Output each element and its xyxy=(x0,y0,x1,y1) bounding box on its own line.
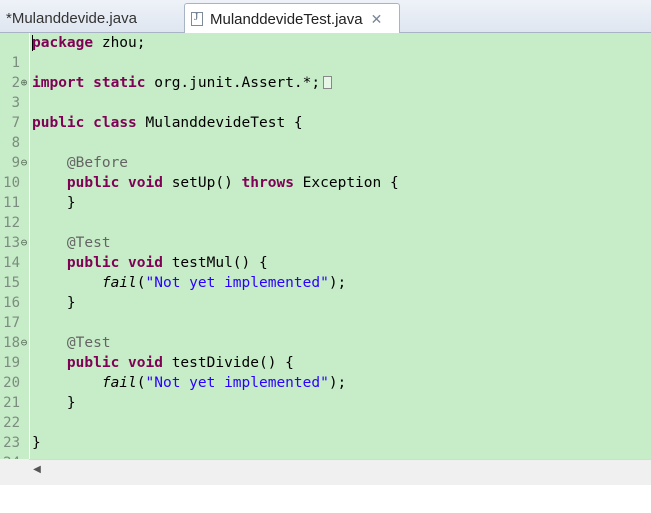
editor-tab-bar: *Mulanddevide.java MulanddevideTest.java… xyxy=(0,0,651,34)
collapse-fold-icon[interactable]: ⊖ xyxy=(19,333,29,353)
code-line: 13 xyxy=(0,213,651,251)
code-line: 9 xyxy=(0,133,651,171)
code-line: 20 public void testDivide() { xyxy=(0,353,651,391)
code-line: 22 } xyxy=(0,393,651,431)
code-line: 14 ⊖ @Test xyxy=(0,233,651,271)
code-text: zhou; xyxy=(93,35,146,51)
collapse-fold-icon[interactable]: ⊖ xyxy=(19,153,29,173)
code-text: ( xyxy=(136,375,146,391)
code-line: 17 } xyxy=(0,293,651,331)
keyword: public xyxy=(66,355,120,371)
tab-label: *Mulanddevide.java xyxy=(6,10,137,27)
code-text: setUp() xyxy=(162,175,242,191)
code-line: 21 fail("Not yet implemented"); xyxy=(0,373,651,411)
code-text: testMul() { xyxy=(162,255,268,271)
code-line: 23 xyxy=(0,413,651,451)
code-line: 12 } xyxy=(0,193,651,231)
keyword: void xyxy=(128,355,163,371)
keyword: class xyxy=(93,115,137,131)
java-file-icon xyxy=(191,11,203,26)
code-text: ); xyxy=(328,275,347,291)
code-line: 7 xyxy=(0,93,651,131)
annotation: @Before xyxy=(66,155,129,171)
horizontal-scrollbar[interactable]: ◀ xyxy=(29,459,651,479)
code-text: } xyxy=(66,295,76,311)
code-text: } xyxy=(66,195,76,211)
scroll-left-arrow-icon[interactable]: ◀ xyxy=(29,462,45,478)
code-line: 8 public class MulanddevideTest { xyxy=(0,113,651,151)
code-line: 1 package zhou; xyxy=(0,33,651,71)
annotation: @Test xyxy=(66,235,111,251)
code-text: org.junit.Assert.*; xyxy=(145,75,321,91)
keyword: void xyxy=(128,255,163,271)
string-literal: "Not yet implemented" xyxy=(145,275,329,291)
code-text: } xyxy=(32,435,41,451)
code-text: } xyxy=(66,395,76,411)
code-editor[interactable]: 1 package zhou; 2 3 ⊕ import static org.… xyxy=(0,33,651,471)
code-line: 11 public void setUp() throws Exception … xyxy=(0,173,651,211)
collapse-fold-icon[interactable]: ⊖ xyxy=(19,233,29,253)
annotation: @Test xyxy=(66,335,111,351)
keyword: import xyxy=(32,75,85,91)
code-line: 2 xyxy=(0,53,651,91)
method-call: fail xyxy=(101,375,137,391)
tab-mulanddevide-java[interactable]: *Mulanddevide.java xyxy=(0,4,180,33)
text-caret xyxy=(32,35,33,51)
code-line: 24 } xyxy=(0,433,651,471)
code-line: 3 ⊕ import static org.junit.Assert.*; xyxy=(0,73,651,111)
code-line: 10 ⊖ @Before xyxy=(0,153,651,191)
keyword: package xyxy=(32,35,94,51)
code-text: testDivide() { xyxy=(162,355,294,371)
tab-label: MulanddevideTest.java xyxy=(210,10,363,28)
keyword: public xyxy=(66,255,120,271)
collapsed-imports-icon[interactable] xyxy=(323,76,333,89)
code-text: ( xyxy=(136,275,146,291)
code-text: ); xyxy=(328,375,347,391)
method-call: fail xyxy=(101,275,137,291)
code-line: 16 fail("Not yet implemented"); xyxy=(0,273,651,311)
close-x-icon[interactable]: ✕ xyxy=(371,11,383,28)
keyword: static xyxy=(93,75,146,91)
keyword: public xyxy=(32,115,85,131)
code-line: 19 ⊖ @Test xyxy=(0,333,651,371)
keyword: throws xyxy=(241,175,294,191)
window-bottom-edge xyxy=(0,479,651,485)
keyword: void xyxy=(128,175,163,191)
code-text: MulanddevideTest { xyxy=(136,115,303,131)
keyword: public xyxy=(66,175,120,191)
string-literal: "Not yet implemented" xyxy=(145,375,329,391)
tab-mulanddevidetest-java[interactable]: MulanddevideTest.java ✕ xyxy=(184,3,400,34)
expand-fold-icon[interactable]: ⊕ xyxy=(19,73,29,93)
code-line: 15 public void testMul() { xyxy=(0,253,651,291)
code-text: Exception { xyxy=(293,175,399,191)
code-line: 18 xyxy=(0,313,651,351)
